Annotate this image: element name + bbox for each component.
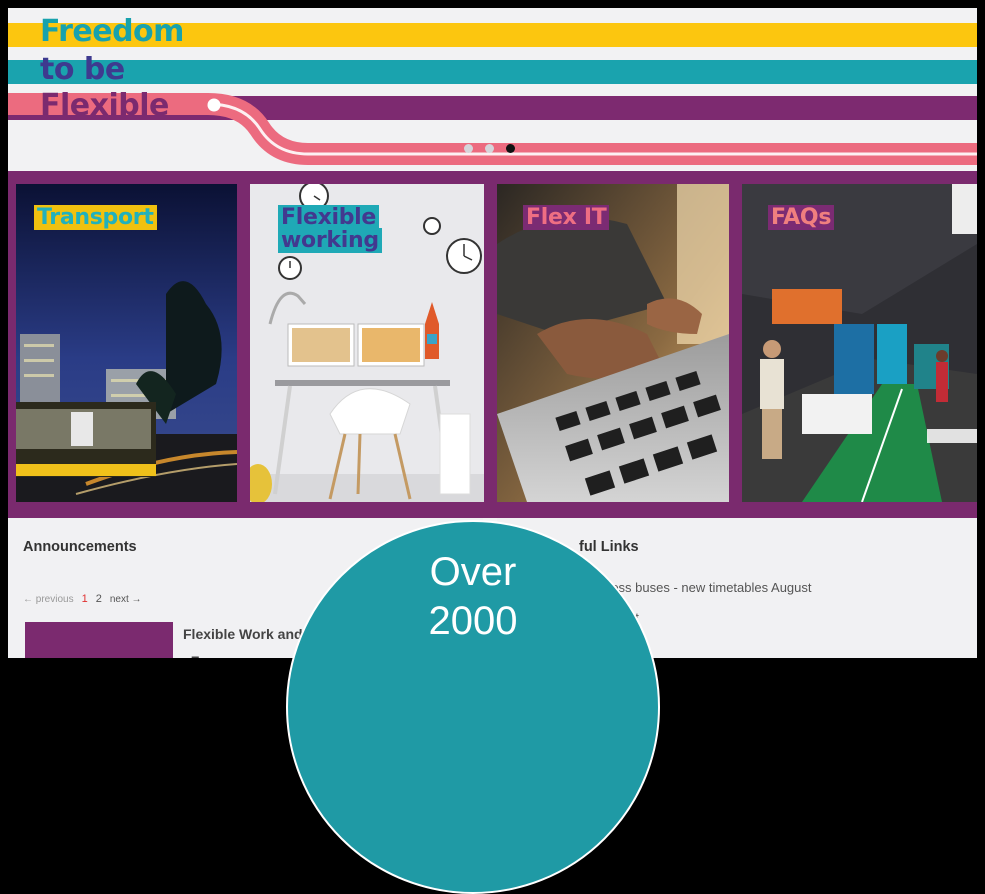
tile-transport-label: Transport: [34, 205, 157, 230]
carousel-dot-2[interactable]: [485, 144, 494, 153]
tile-flex-it[interactable]: Flex IT: [497, 184, 729, 502]
hero-headline-flexible: Flexible: [40, 88, 169, 123]
promo-text: Over 2000: [288, 548, 658, 646]
corridor-exhibit-photo-icon: [742, 184, 977, 502]
tile-faqs[interactable]: FAQs: [742, 184, 977, 502]
pager-previous-link[interactable]: ← previous: [23, 594, 74, 605]
announcement-thumbnail[interactable]: [25, 622, 173, 658]
promo-line-over: Over: [429, 550, 517, 594]
tile-flex-it-label: Flex IT: [523, 205, 610, 230]
announcements-title: Announcements: [23, 539, 137, 555]
tile-flexible-working[interactable]: Flexible working: [250, 184, 484, 502]
promo-circle: Over 2000: [286, 520, 660, 894]
carousel-dot-3[interactable]: [506, 144, 515, 153]
pager-page-2[interactable]: 2: [96, 593, 102, 605]
pager-page-1[interactable]: 1: [82, 593, 88, 605]
tile-flexible-working-label: Flexible working: [278, 205, 382, 254]
announcements-pager: ← previous 1 2 next →: [23, 593, 142, 605]
laptop-keyboard-photo-icon: [497, 184, 729, 502]
carousel-dots: [464, 144, 515, 153]
hero-headline-to-be: to be: [40, 52, 125, 87]
bus-night-photo-icon: [16, 184, 237, 502]
hero-headline-freedom: Freedom: [40, 14, 184, 49]
pager-next-link[interactable]: next →: [110, 594, 142, 605]
tile-faqs-label: FAQs: [768, 205, 835, 230]
carousel-dot-1[interactable]: [464, 144, 473, 153]
hero-banner: Freedom to be Flexible: [8, 8, 977, 170]
tile-transport[interactable]: Transport: [16, 184, 237, 502]
promo-line-2000: 2000: [428, 599, 518, 643]
category-tiles: Transport Flexible working Flex IT FAQs: [8, 171, 977, 518]
